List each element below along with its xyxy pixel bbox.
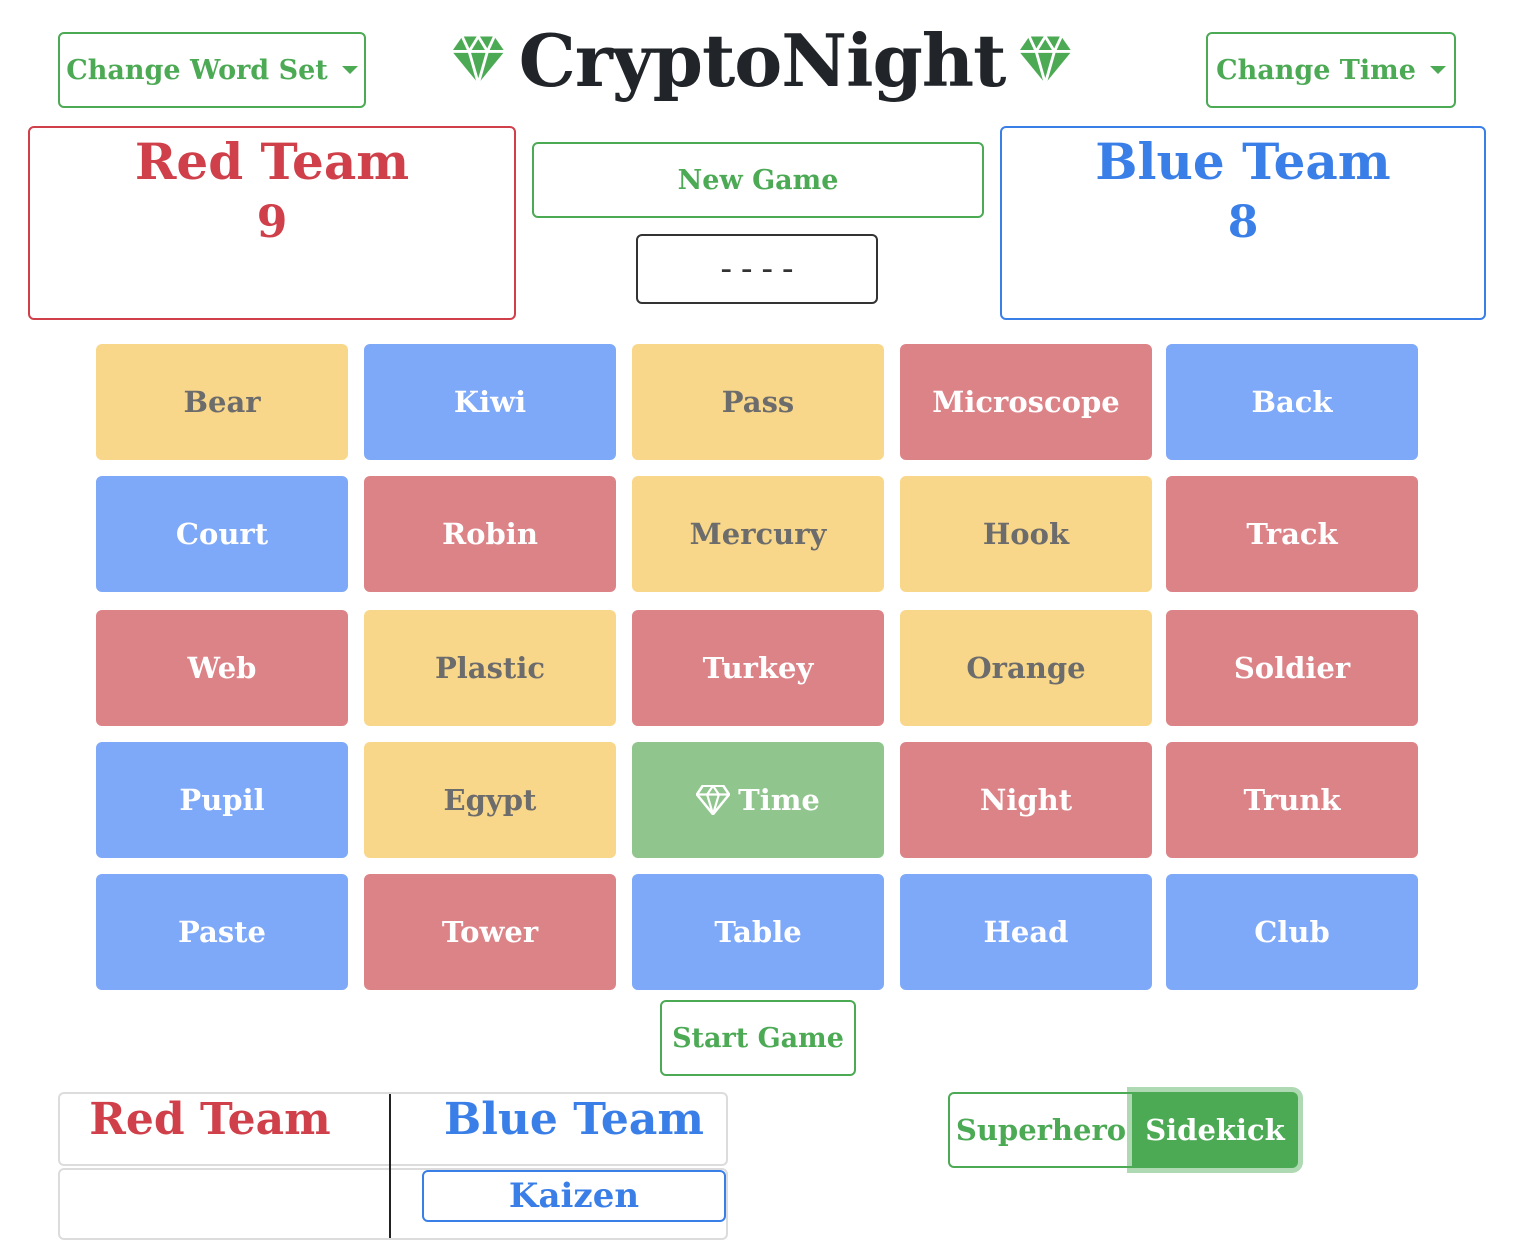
word-card[interactable]: Track xyxy=(1166,476,1418,592)
change-time-dropdown[interactable]: Change Time xyxy=(1206,32,1456,108)
word-card[interactable]: Table xyxy=(632,874,884,990)
word-card[interactable]: Club xyxy=(1166,874,1418,990)
word-card[interactable]: Robin xyxy=(364,476,616,592)
word-card-label: Bear xyxy=(183,385,261,419)
word-card-label: Pupil xyxy=(179,783,265,817)
diamond-logo-icon xyxy=(452,33,505,89)
timer-display: ---- xyxy=(636,234,878,304)
word-card-label: Pass xyxy=(721,385,795,419)
superhero-role-label: Superhero xyxy=(955,1113,1127,1147)
word-card[interactable]: Turkey xyxy=(632,610,884,726)
word-card-label: Orange xyxy=(966,651,1086,685)
word-card-label: Web xyxy=(187,651,257,685)
word-card-label: Turkey xyxy=(702,651,814,685)
start-game-label: Start Game xyxy=(672,1022,844,1054)
word-card[interactable]: Bear xyxy=(96,344,348,460)
word-card[interactable]: Microscope xyxy=(900,344,1152,460)
red-team-score-panel: Red Team 9 xyxy=(28,126,516,320)
word-card-label: Paste xyxy=(178,915,266,949)
role-toggle-group: Superhero Sidekick xyxy=(948,1092,1298,1168)
roster-blue-header: Blue Team xyxy=(444,1094,704,1145)
chevron-down-icon xyxy=(341,66,358,74)
word-card[interactable]: Time xyxy=(632,742,884,858)
word-card-label: Tower xyxy=(441,915,539,949)
word-card-label: Night xyxy=(979,783,1073,817)
word-card-label: Mercury xyxy=(689,517,827,551)
word-card-label: Club xyxy=(1254,915,1330,949)
word-card[interactable]: Head xyxy=(900,874,1152,990)
word-card[interactable]: Trunk xyxy=(1166,742,1418,858)
change-word-set-label: Change Word Set xyxy=(66,54,328,86)
word-card[interactable]: Web xyxy=(96,610,348,726)
diamond-logo-icon xyxy=(1019,33,1072,89)
start-game-button[interactable]: Start Game xyxy=(660,1000,856,1076)
word-card[interactable]: Paste xyxy=(96,874,348,990)
roster-blue-player: Kaizen xyxy=(422,1170,726,1222)
blue-team-score: 8 xyxy=(1227,197,1259,248)
word-card[interactable]: Night xyxy=(900,742,1152,858)
app-title-text: CryptoNight xyxy=(518,17,1007,103)
word-card[interactable]: Pupil xyxy=(96,742,348,858)
word-card-label: Back xyxy=(1251,385,1333,419)
word-card-label: Court xyxy=(175,517,269,551)
red-team-score: 9 xyxy=(256,197,288,248)
word-card[interactable]: Tower xyxy=(364,874,616,990)
word-card-label: Hook xyxy=(982,517,1070,551)
word-card[interactable]: Mercury xyxy=(632,476,884,592)
word-card[interactable]: Pass xyxy=(632,344,884,460)
roster-red-header: Red Team xyxy=(89,1094,331,1145)
word-card-label: Microscope xyxy=(932,385,1120,419)
sidekick-role-button[interactable]: Sidekick xyxy=(1132,1092,1298,1168)
new-game-button[interactable]: New Game xyxy=(532,142,984,218)
gem-icon xyxy=(696,785,731,815)
word-card[interactable]: Egypt xyxy=(364,742,616,858)
word-card[interactable]: Kiwi xyxy=(364,344,616,460)
word-card-label: Soldier xyxy=(1233,651,1351,685)
word-card-label: Time xyxy=(738,783,820,817)
sidekick-role-label: Sidekick xyxy=(1145,1113,1285,1147)
word-card[interactable]: Orange xyxy=(900,610,1152,726)
blue-team-score-panel: Blue Team 8 xyxy=(1000,126,1486,320)
app-title: CryptoNight xyxy=(452,10,1072,110)
word-card-label: Table xyxy=(714,915,802,949)
word-card-label: Egypt xyxy=(443,783,537,817)
word-card-label: Head xyxy=(983,915,1069,949)
word-card[interactable]: Hook xyxy=(900,476,1152,592)
roster-divider xyxy=(389,1094,391,1238)
chevron-down-icon xyxy=(1429,66,1446,74)
word-card[interactable]: Plastic xyxy=(364,610,616,726)
word-card-label: Plastic xyxy=(434,651,545,685)
new-game-label: New Game xyxy=(677,164,839,196)
word-card-label: Track xyxy=(1246,517,1338,551)
word-card-label: Trunk xyxy=(1243,783,1341,817)
word-card[interactable]: Back xyxy=(1166,344,1418,460)
word-card-label: Kiwi xyxy=(453,385,527,419)
word-card-label: Robin xyxy=(442,517,538,551)
word-card[interactable]: Court xyxy=(96,476,348,592)
word-card[interactable]: Soldier xyxy=(1166,610,1418,726)
change-time-label: Change Time xyxy=(1216,54,1416,86)
red-team-name: Red Team xyxy=(134,132,410,191)
blue-team-name: Blue Team xyxy=(1095,132,1391,191)
superhero-role-button[interactable]: Superhero xyxy=(948,1092,1132,1168)
change-word-set-dropdown[interactable]: Change Word Set xyxy=(58,32,366,108)
